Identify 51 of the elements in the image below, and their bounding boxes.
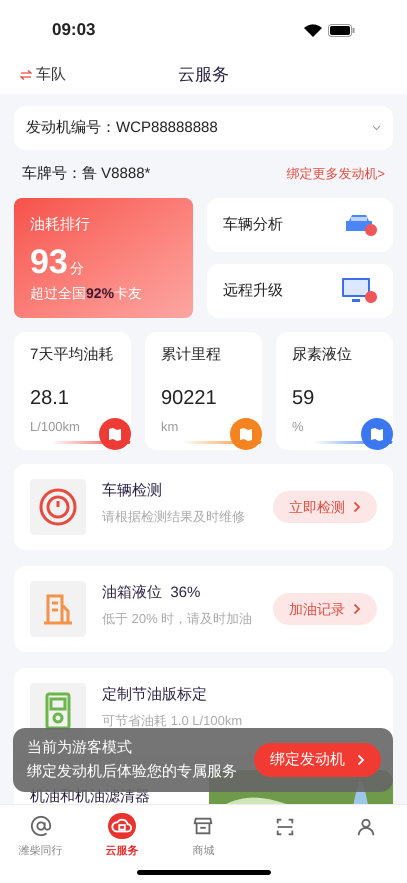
stat-card[interactable]: 尿素液位 59 % — [276, 332, 393, 450]
fleet-button[interactable]: 车队 — [20, 64, 66, 86]
service-title: 定制节油版标定 — [102, 685, 208, 705]
cloud-icon — [108, 813, 136, 838]
service-title: 机油和机油滤清器 — [30, 787, 151, 807]
chevron-right-icon — [353, 603, 361, 615]
bind-engine-button[interactable]: 绑定发动机 — [254, 743, 381, 777]
stat-value: 28.1 — [30, 386, 70, 410]
chevron-right-icon — [353, 501, 361, 513]
stat-unit: % — [292, 418, 305, 436]
stat-title: 7天平均油耗 — [30, 345, 114, 365]
tab-bar-item[interactable]: 云服务 — [81, 813, 163, 859]
stat-value: 90221 — [161, 386, 218, 410]
service-title: 车辆检测 — [102, 481, 163, 501]
score-unit: 分 — [70, 258, 84, 278]
stat-title: 累计里程 — [161, 345, 222, 365]
fuel-pump-icon — [30, 581, 86, 637]
service-title: 油箱液位 36% — [102, 583, 202, 603]
tab-bar-item[interactable]: 潍柴同行 — [0, 813, 82, 859]
ranking-note: 超过全国92%卡友 — [30, 284, 144, 302]
battery-icon — [328, 24, 355, 36]
stat-title: 尿素液位 — [292, 345, 353, 365]
engine-select[interactable]: 发动机编号：WCP88888888 — [14, 106, 393, 150]
service-subtitle: 请根据检测结果及时维修 — [102, 508, 246, 526]
stat-card[interactable]: 累计里程 90221 km — [145, 332, 262, 450]
wifi-icon — [304, 24, 322, 36]
ranking-title: 油耗排行 — [30, 215, 91, 235]
stat-unit: km — [161, 418, 180, 436]
gauge-icon — [30, 479, 86, 535]
shortcut-card[interactable]: 远程升级 — [207, 264, 393, 318]
service-card[interactable]: 油箱液位 36% 低于 20% 时，请及时加油 加油记录 — [14, 566, 393, 652]
ranking-score: 93 — [30, 244, 68, 278]
service-subtitle: 低于 20% 时，请及时加油 — [102, 610, 254, 628]
shortcut-card[interactable]: 车辆分析 — [207, 198, 393, 252]
chevron-down-icon — [372, 125, 381, 131]
toast-message: 绑定发动机后体验您的专属服务 — [27, 762, 237, 782]
service-card[interactable]: 车辆检测 请根据检测结果及时维修 立即检测 — [14, 464, 393, 550]
bind-more-link[interactable]: 绑定更多发动机> — [286, 164, 385, 184]
stat-unit: L/100km — [30, 418, 81, 436]
chevron-right-icon — [357, 754, 365, 766]
stat-value: 59 — [292, 386, 316, 410]
status-time: 09:03 — [52, 19, 96, 42]
tab-bar-item[interactable]: 商城 — [162, 813, 244, 859]
ranking-card[interactable]: 油耗排行 93 分 超过全国92%卡友 — [14, 198, 193, 318]
plate-number: 车牌号：鲁 V8888* — [22, 164, 150, 184]
swap-icon — [20, 70, 32, 80]
service-subtitle: 可节省油耗 1.0 L/100km — [102, 712, 244, 730]
monitor-icon — [341, 277, 377, 305]
page-title: 云服务 — [178, 64, 229, 86]
stat-card[interactable]: 7天平均油耗 28.1 L/100km — [14, 332, 131, 450]
car-icon — [343, 213, 377, 237]
